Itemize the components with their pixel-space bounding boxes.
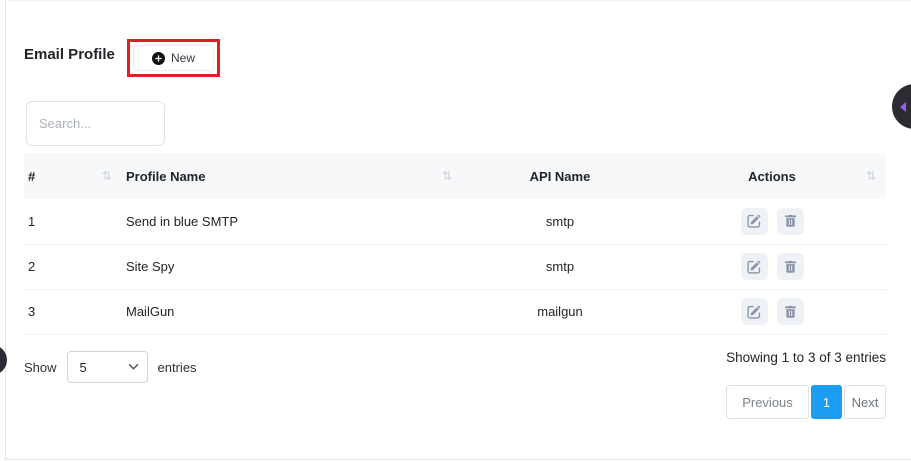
entries-label: entries [158, 360, 197, 375]
search-input[interactable] [26, 101, 165, 146]
trash-icon [784, 214, 797, 228]
edit-pencil-square-icon [747, 214, 761, 228]
column-header-index[interactable]: # ⇅ [24, 153, 122, 199]
row-index: 3 [24, 289, 122, 334]
trash-icon [784, 260, 797, 274]
actions-cell [666, 298, 878, 325]
email-profile-page: Email Profile New # ⇅ Profile Name ⇅ [0, 0, 911, 461]
page-number-button[interactable]: 1 [811, 385, 842, 419]
profile-name-cell: Send in blue SMTP [122, 199, 462, 244]
actions-cell [666, 208, 878, 235]
row-index: 1 [24, 199, 122, 244]
profile-name-cell: MailGun [122, 289, 462, 334]
sort-icon[interactable]: ⇅ [102, 170, 112, 182]
plus-circle-icon [152, 52, 165, 65]
page-title: Email Profile [24, 46, 115, 63]
api-name-cell: mailgun [462, 289, 662, 334]
page-length-select[interactable]: 5 [67, 351, 148, 383]
email-profile-table: # ⇅ Profile Name ⇅ API Name Actions ⇅ 1 [24, 153, 886, 335]
previous-page-button[interactable]: Previous [726, 385, 809, 419]
edit-button[interactable] [741, 253, 768, 280]
pagination: Previous 1 Next [726, 385, 886, 419]
sort-icon[interactable]: ⇅ [442, 170, 452, 182]
row-index: 2 [24, 244, 122, 289]
new-button-label: New [171, 51, 195, 65]
edit-pencil-square-icon [747, 305, 761, 319]
edit-button[interactable] [741, 208, 768, 235]
delete-button[interactable] [777, 208, 804, 235]
table-row: 2 Site Spy smtp [24, 244, 886, 289]
trash-icon [784, 305, 797, 319]
new-button[interactable]: New [133, 45, 214, 71]
actions-cell [666, 253, 878, 280]
next-page-button[interactable]: Next [844, 385, 886, 419]
delete-button[interactable] [777, 253, 804, 280]
api-name-cell: smtp [462, 199, 662, 244]
column-header-actions[interactable]: Actions ⇅ [662, 153, 886, 199]
profile-name-cell: Site Spy [122, 244, 462, 289]
edit-button[interactable] [741, 298, 768, 325]
arrow-left-icon [897, 101, 909, 113]
table-header-row: # ⇅ Profile Name ⇅ API Name Actions ⇅ [24, 153, 886, 199]
table-row: 1 Send in blue SMTP smtp [24, 199, 886, 244]
api-name-cell: smtp [462, 244, 662, 289]
page-length-control: Show 5 entries [24, 351, 197, 383]
show-label: Show [24, 360, 57, 375]
sort-icon[interactable]: ⇅ [866, 170, 876, 182]
table-row: 3 MailGun mailgun [24, 289, 886, 334]
edit-pencil-square-icon [747, 260, 761, 274]
column-header-api-name: API Name [462, 153, 662, 199]
delete-button[interactable] [777, 298, 804, 325]
column-header-profile-name[interactable]: Profile Name ⇅ [122, 153, 462, 199]
table-info-text: Showing 1 to 3 of 3 entries [726, 350, 886, 365]
